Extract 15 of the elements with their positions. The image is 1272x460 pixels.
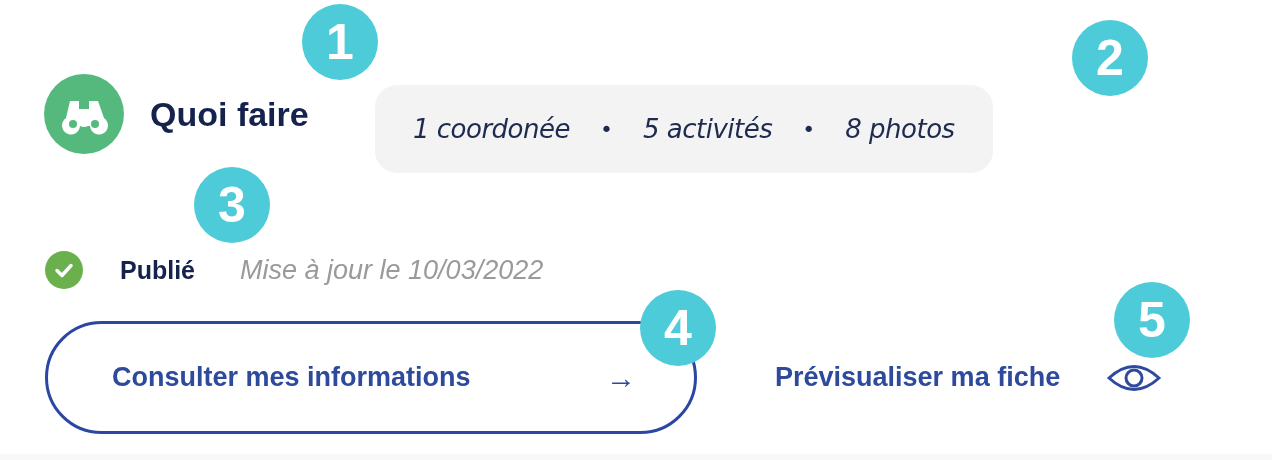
- separator-dot: •: [600, 116, 613, 142]
- update-date: Mise à jour le 10/03/2022: [240, 254, 544, 286]
- status-label: Publié: [120, 255, 195, 285]
- callout-number: 1: [302, 4, 378, 80]
- summary-stat: 5 activités: [643, 114, 773, 144]
- callout-number: 3: [194, 167, 270, 243]
- summary-stat: 8 photos: [845, 114, 955, 144]
- preview-link[interactable]: Prévisualiser ma fiche: [775, 362, 1061, 393]
- binoculars-icon: [44, 74, 124, 154]
- callout-number: 4: [640, 290, 716, 366]
- callout-number: 5: [1114, 282, 1190, 358]
- separator-dot: •: [802, 116, 816, 142]
- section-title: Quoi faire: [150, 94, 310, 134]
- summary-stat: 1 coordonée: [413, 114, 570, 144]
- callout-number: 2: [1072, 20, 1148, 96]
